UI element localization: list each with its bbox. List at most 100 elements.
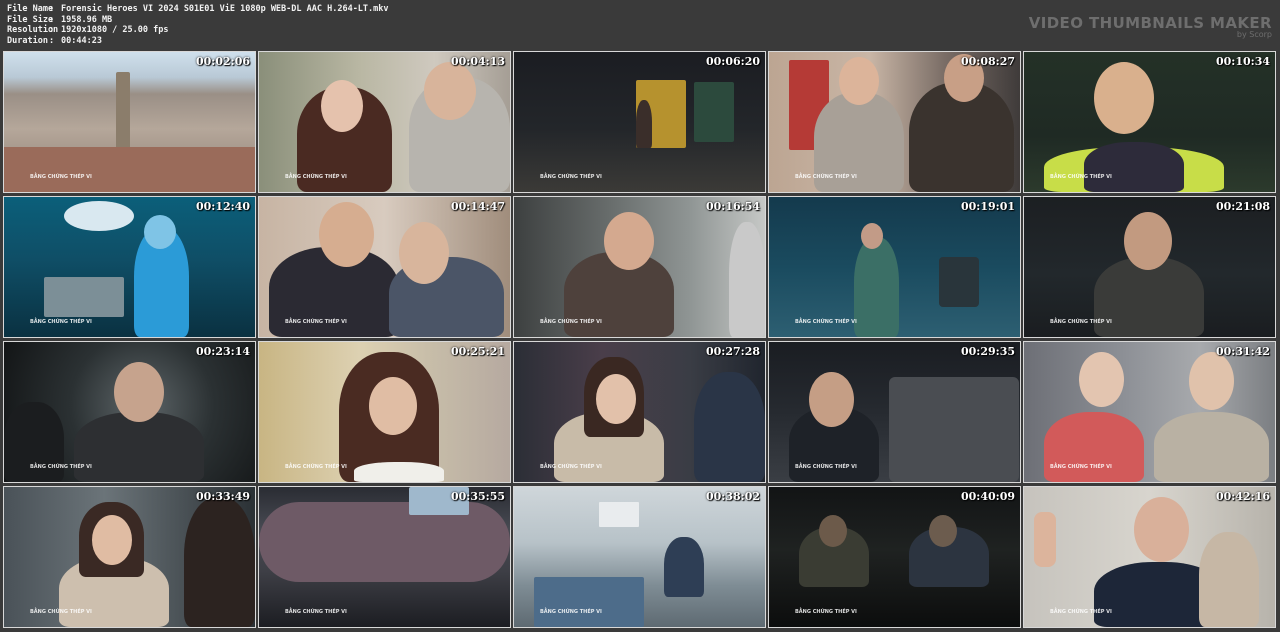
scene-shape xyxy=(354,462,444,482)
thumbnail-dark-reflection[interactable]: 00:40:09 BẰNG CHỨNG THÉP VI xyxy=(768,486,1021,628)
scene-figure-head xyxy=(861,223,883,249)
timestamp-label: 00:38:02 xyxy=(705,490,760,503)
info-separator: : xyxy=(49,4,55,14)
thumbnail-woman-office[interactable]: 00:33:49 BẰNG CHỨNG THÉP VI xyxy=(3,486,256,628)
scene-figure-head xyxy=(819,515,847,547)
thumbnail-man-car[interactable]: 00:29:35 BẰNG CHỨNG THÉP VI xyxy=(768,341,1021,483)
scene-shape xyxy=(729,222,765,337)
thumbnail-man-dark[interactable]: 00:21:08 BẰNG CHỨNG THÉP VI xyxy=(1023,196,1276,338)
scene-figure-head xyxy=(839,57,879,105)
thumbnail-man-vest[interactable]: 00:10:34 BẰNG CHỨNG THÉP VI xyxy=(1023,51,1276,193)
scene-figure-head xyxy=(1134,497,1189,562)
show-watermark: BẰNG CHỨNG THÉP VI xyxy=(1050,174,1112,180)
timestamp-label: 00:14:47 xyxy=(450,200,505,213)
info-separator: : xyxy=(49,35,55,46)
scene-figure-head xyxy=(369,377,417,435)
info-key: File Name xyxy=(7,4,54,14)
timestamp-label: 00:23:14 xyxy=(195,345,250,358)
show-watermark: BẰNG CHỨNG THÉP VI xyxy=(30,174,92,180)
show-watermark: BẰNG CHỨNG THÉP VI xyxy=(285,609,347,615)
scene-shape xyxy=(664,537,704,597)
header: File Name : Forensic Heroes VI 2024 S01E… xyxy=(0,0,1280,50)
scene-shape xyxy=(44,277,124,317)
show-watermark: BẰNG CHỨNG THÉP VI xyxy=(795,174,857,180)
thumbnail-arm-closeup[interactable]: 00:35:55 BẰNG CHỨNG THÉP VI xyxy=(258,486,511,628)
timestamp-label: 00:16:54 xyxy=(705,200,760,213)
info-key: Duration xyxy=(7,35,48,46)
scene-figure-head xyxy=(92,515,132,565)
thumbnail-man-office[interactable]: 00:16:54 BẰNG CHỨNG THÉP VI xyxy=(513,196,766,338)
resolution-row: Resolution : 1920x1080 / 25.00 fps xyxy=(7,25,389,36)
scene-figure-head xyxy=(604,212,654,270)
scene-figure-head xyxy=(424,62,476,120)
scene-shape xyxy=(534,577,644,627)
file-name-row: File Name : Forensic Heroes VI 2024 S01E… xyxy=(7,4,389,15)
timestamp-label: 00:25:21 xyxy=(450,345,505,358)
timestamp-label: 00:06:20 xyxy=(705,55,760,68)
scene-shape xyxy=(1044,412,1144,482)
timestamp-label: 00:04:13 xyxy=(450,55,505,68)
scene-figure-head xyxy=(399,222,449,284)
scene-shape xyxy=(599,502,639,527)
timestamp-label: 00:27:28 xyxy=(705,345,760,358)
scene-shape xyxy=(854,237,899,337)
timestamp-label: 00:35:55 xyxy=(450,490,505,503)
info-value: 1958.96 MB xyxy=(61,14,113,25)
scene-shape xyxy=(694,372,765,482)
scene-figure-head xyxy=(319,202,374,267)
timestamp-label: 00:29:35 xyxy=(960,345,1015,358)
info-key: Resolution xyxy=(7,25,59,36)
thumbnail-two-men-office[interactable]: 00:14:47 BẰNG CHỨNG THÉP VI xyxy=(258,196,511,338)
thumbnail-couple-embrace[interactable]: 00:04:13 BẰNG CHỨNG THÉP VI xyxy=(258,51,511,193)
scene-figure-head xyxy=(321,80,363,132)
scene-figure-head xyxy=(809,372,854,427)
scene-shape xyxy=(1154,412,1269,482)
show-watermark: BẰNG CHỨNG THÉP VI xyxy=(540,174,602,180)
scene-figure-head xyxy=(114,362,164,422)
thumbnail-city-aerial[interactable]: 00:02:06 BẰNG CHỨNG THÉP VI xyxy=(3,51,256,193)
thumbnail-suit-man-dark[interactable]: 00:23:14 BẰNG CHỨNG THÉP VI xyxy=(3,341,256,483)
thumbnail-two-women-street[interactable]: 00:31:42 BẰNG CHỨNG THÉP VI xyxy=(1023,341,1276,483)
show-watermark: BẰNG CHỨNG THÉP VI xyxy=(30,464,92,470)
thumbnail-night-street[interactable]: 00:06:20 BẰNG CHỨNG THÉP VI xyxy=(513,51,766,193)
scene-figure-head xyxy=(929,515,957,547)
thumbnail-morgue-lab[interactable]: 00:38:02 BẰNG CHỨNG THÉP VI xyxy=(513,486,766,628)
info-value: 00:44:23 xyxy=(61,35,102,46)
scene-shape xyxy=(939,257,979,307)
info-key: File Size xyxy=(7,14,54,25)
show-watermark: BẰNG CHỨNG THÉP VI xyxy=(285,319,347,325)
timestamp-label: 00:12:40 xyxy=(195,200,250,213)
scene-figure-head xyxy=(596,374,636,424)
thumbnail-two-men-street[interactable]: 00:08:27 BẰNG CHỨNG THÉP VI xyxy=(768,51,1021,193)
scene-figure-head xyxy=(64,201,134,231)
duration-row: Duration : 00:44:23 xyxy=(7,36,389,47)
brand-title: VIDEO THUMBNAILS MAKER xyxy=(1028,14,1272,32)
timestamp-label: 00:21:08 xyxy=(1215,200,1270,213)
thumbnail-man-pointing[interactable]: 00:42:16 BẰNG CHỨNG THÉP VI xyxy=(1023,486,1276,628)
show-watermark: BẰNG CHỨNG THÉP VI xyxy=(285,174,347,180)
scene-shape xyxy=(4,147,255,192)
timestamp-label: 00:31:42 xyxy=(1215,345,1270,358)
timestamp-label: 00:42:16 xyxy=(1215,490,1270,503)
thumbnail-lab-blue[interactable]: 00:12:40 BẰNG CHỨNG THÉP VI xyxy=(3,196,256,338)
scene-figure-head xyxy=(144,215,176,249)
show-watermark: BẰNG CHỨNG THÉP VI xyxy=(1050,609,1112,615)
brand-logo: VIDEO THUMBNAILS MAKER by Scorp xyxy=(1029,14,1272,39)
thumbnail-woman-talking[interactable]: 00:27:28 BẰNG CHỨNG THÉP VI xyxy=(513,341,766,483)
thumbnail-alley-blue[interactable]: 00:19:01 BẰNG CHỨNG THÉP VI xyxy=(768,196,1021,338)
info-separator: : xyxy=(49,14,55,25)
show-watermark: BẰNG CHỨNG THÉP VI xyxy=(540,319,602,325)
scene-shape xyxy=(74,412,204,482)
scene-shape xyxy=(1034,512,1056,567)
show-watermark: BẰNG CHỨNG THÉP VI xyxy=(1050,464,1112,470)
show-watermark: BẰNG CHỨNG THÉP VI xyxy=(795,464,857,470)
thumbnail-woman-phone[interactable]: 00:25:21 BẰNG CHỨNG THÉP VI xyxy=(258,341,511,483)
show-watermark: BẰNG CHỨNG THÉP VI xyxy=(1050,319,1112,325)
scene-shape xyxy=(889,377,1019,482)
scene-shape xyxy=(4,402,64,482)
scene-figure-head xyxy=(1124,212,1172,270)
show-watermark: BẰNG CHỨNG THÉP VI xyxy=(540,609,602,615)
show-watermark: BẰNG CHỨNG THÉP VI xyxy=(795,319,857,325)
scene-shape xyxy=(1084,142,1184,192)
file-info: File Name : Forensic Heroes VI 2024 S01E… xyxy=(7,4,389,46)
